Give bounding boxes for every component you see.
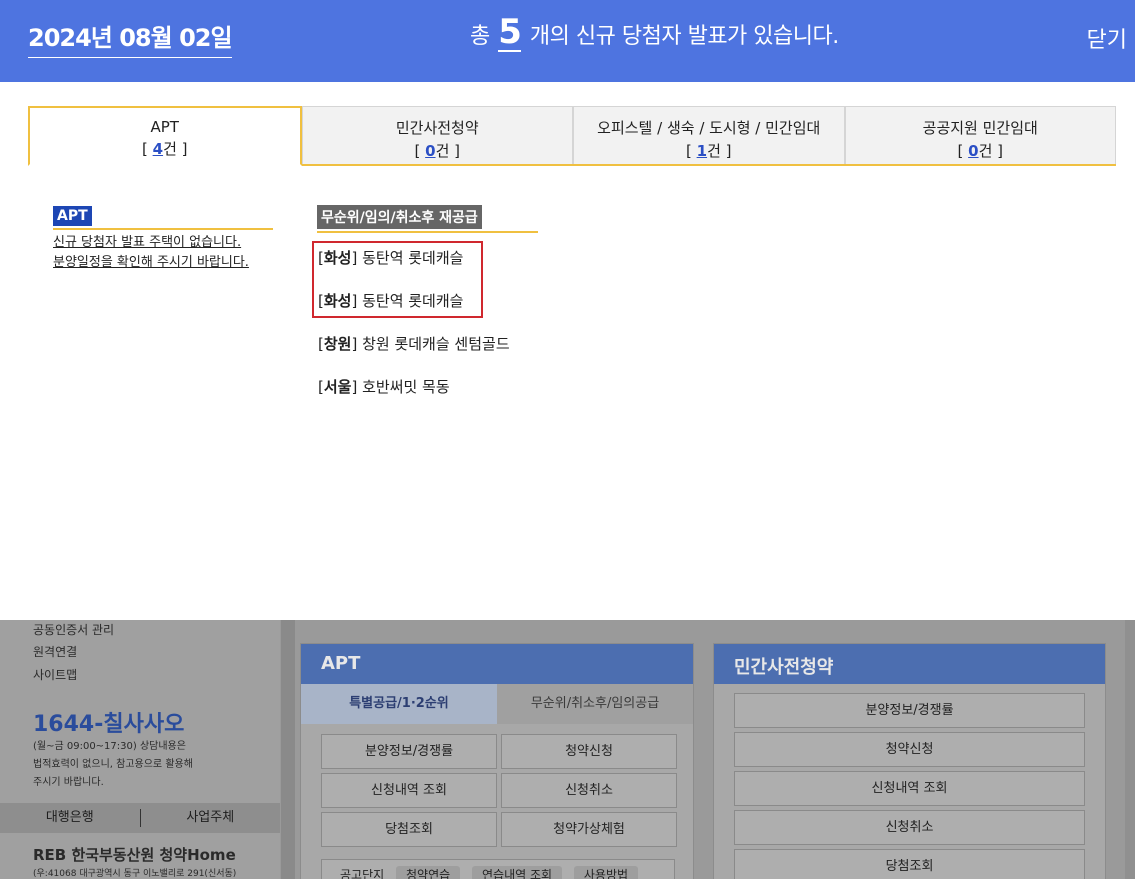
agent-bar: 대행은행 사업주체 <box>0 803 280 833</box>
tab-officetel[interactable]: 오피스텔 / 생숙 / 도시형 / 민간임대 [ 1건 ] <box>573 106 845 164</box>
tab-special-supply: 특별공급/1·2순위 <box>301 684 497 724</box>
tab-count-number[interactable]: 4 <box>153 140 163 158</box>
announcement-message: 총 5 개의 신규 당첨자 발표가 있습니다. <box>470 14 839 52</box>
resupply-section: 무순위/임의/취소후 재공급 [화성] 동탄역 롯데캐슬 [화성] 동탄역 롯데… <box>317 205 538 396</box>
business-entity-link: 사업주체 <box>186 810 235 825</box>
sidebar-link: 원격연결 <box>33 645 78 659</box>
page-scrollbar <box>1125 620 1135 879</box>
notice-pill: 청약연습 <box>396 866 461 879</box>
apt-section: APT 신규 당첨자 발표 주택이 없습니다. 분양일정을 확인해 주시기 바랍… <box>53 205 273 273</box>
tab-title: 오피스텔 / 생숙 / 도시형 / 민간임대 <box>597 119 821 137</box>
tab-apt[interactable]: APT [ 4건 ] <box>28 106 302 166</box>
close-button[interactable]: 닫기 <box>1087 22 1127 54</box>
message-prefix: 총 <box>470 24 490 49</box>
background-sidebar: 공동인증서 관리 원격연결 사이트맵 1644-칠사사오 (월~금 09:00~… <box>0 620 280 879</box>
tab-unranked-supply: 무순위/취소후/임의공급 <box>497 684 693 724</box>
card-button: 청약신청 <box>501 734 677 769</box>
background-pre-subscription-card: 민간사전청약 분양정보/경쟁률 청약신청 신청내역 조회 신청취소 당첨조회 <box>713 643 1106 879</box>
card-button: 신청내역 조회 <box>734 771 1085 806</box>
card-button: 당첨조회 <box>734 849 1085 879</box>
tab-count: [ 4건 ] <box>142 140 188 158</box>
section-label: APT <box>53 206 92 226</box>
tab-private-pre-subscription[interactable]: 민간사전청약 [ 0건 ] <box>301 106 573 164</box>
address: (우:41068 대구광역시 동구 이노밸리로 291(신서동) <box>33 869 237 879</box>
tab-public-rental[interactable]: 공공지원 민간임대 [ 0건 ] <box>844 106 1116 164</box>
announcement-count: 5 <box>498 12 522 52</box>
tab-count-number[interactable]: 1 <box>697 142 707 160</box>
phone-number: 1644-칠사사오 <box>33 712 185 737</box>
tab-count-suffix: 건 <box>435 142 450 160</box>
tab-count-number[interactable]: 0 <box>968 142 978 160</box>
item-region: 서울 <box>323 378 352 396</box>
category-tabs: APT [ 4건 ] 민간사전청약 [ 0건 ] 오피스텔 / 생숙 / 도시형… <box>28 106 1116 166</box>
card-button: 분양정보/경쟁률 <box>734 693 1085 728</box>
note-line: 분양일정을 확인해 주시기 바랍니다. <box>53 255 249 270</box>
highlight-box <box>312 241 483 318</box>
section-divider <box>53 228 273 230</box>
background-page: 공동인증서 관리 원격연결 사이트맵 1644-칠사사오 (월~금 09:00~… <box>0 620 1135 879</box>
sidebar-scrollbar <box>281 620 295 879</box>
card-button: 신청내역 조회 <box>321 773 497 808</box>
hours-line: 법적효력이 없으니, 참고용으로 활용해 <box>33 759 193 770</box>
card-title: 민간사전청약 <box>714 644 1105 684</box>
tab-title: APT <box>150 118 179 136</box>
card-button: 분양정보/경쟁률 <box>321 734 497 769</box>
tab-count-suffix: 건 <box>163 140 177 158</box>
hours-line: (월~금 09:00~17:30) 상담내용은 <box>33 741 186 752</box>
item-region: 창원 <box>323 335 352 353</box>
tab-count-number[interactable]: 0 <box>425 142 435 160</box>
card-button: 당첨조회 <box>321 812 497 847</box>
section-divider <box>317 231 538 233</box>
card-button: 청약신청 <box>734 732 1085 767</box>
note-line: 신규 당첨자 발표 주택이 없습니다. <box>53 235 242 250</box>
section-label: 무순위/임의/취소후 재공급 <box>317 205 482 229</box>
popup-root: 2024년 08월 02일 총 5 개의 신규 당첨자 발표가 있습니다. 닫기… <box>0 0 1135 879</box>
tab-count-suffix: 건 <box>978 142 993 160</box>
hours-note: (월~금 09:00~17:30) 상담내용은 법적효력이 없으니, 참고용으로… <box>33 738 253 792</box>
tab-count: [ 1건 ] <box>686 142 732 160</box>
tab-title: 공공지원 민간임대 <box>922 119 1038 137</box>
tab-title: 민간사전청약 <box>395 119 479 137</box>
card-button: 신청취소 <box>734 810 1085 845</box>
tab-count: [ 0건 ] <box>414 142 461 160</box>
sidebar-link: 공동인증서 관리 <box>33 623 115 637</box>
card-button-grid: 분양정보/경쟁률 청약신청 신청내역 조회 신청취소 당첨조회 청약가상체험 <box>301 724 693 857</box>
tab-count-suffix: 건 <box>707 142 721 160</box>
card-button: 청약가상체험 <box>501 812 677 847</box>
card-title: APT <box>301 644 693 684</box>
tab-count: [ 0건 ] <box>957 142 1004 160</box>
notice-pill: 사용방법 <box>573 866 639 879</box>
announcement-date: 2024년 08월 02일 <box>28 18 233 58</box>
card-button: 신청취소 <box>501 773 677 808</box>
agent-bank-link: 대행은행 <box>45 810 94 825</box>
notice-pill: 연습내역 조회 <box>472 866 563 879</box>
popup-header: 2024년 08월 02일 총 5 개의 신규 당첨자 발표가 있습니다. 닫기 <box>0 0 1135 82</box>
card-tabs: 특별공급/1·2순위 무순위/취소후/임의공급 <box>301 684 693 724</box>
list-item[interactable]: [창원] 창원 롯데캐슬 센텀골드 <box>318 333 510 354</box>
background-apt-card: APT 특별공급/1·2순위 무순위/취소후/임의공급 분양정보/경쟁률 청약신… <box>300 643 694 879</box>
reb-logo: REB 한국부동산원 청약Home <box>33 846 236 864</box>
item-name: 호반써밋 목동 <box>362 378 450 396</box>
sidebar-link: 사이트맵 <box>33 668 78 682</box>
message-suffix: 개의 신규 당첨자 발표가 있습니다. <box>529 24 839 49</box>
card-button-list: 분양정보/경쟁률 청약신청 신청내역 조회 신청취소 당첨조회 <box>714 684 1105 879</box>
no-results-note[interactable]: 신규 당첨자 발표 주택이 없습니다. 분양일정을 확인해 주시기 바랍니다. <box>53 233 273 273</box>
notice-label: 공고단지 <box>340 868 385 879</box>
hours-line: 주시기 바랍니다. <box>33 777 104 788</box>
notice-row: 공고단지 청약연습 연습내역 조회 사용방법 <box>321 859 675 879</box>
list-item[interactable]: [서울] 호반써밋 목동 <box>318 376 450 397</box>
item-name: 창원 롯데캐슬 센텀골드 <box>362 335 510 353</box>
